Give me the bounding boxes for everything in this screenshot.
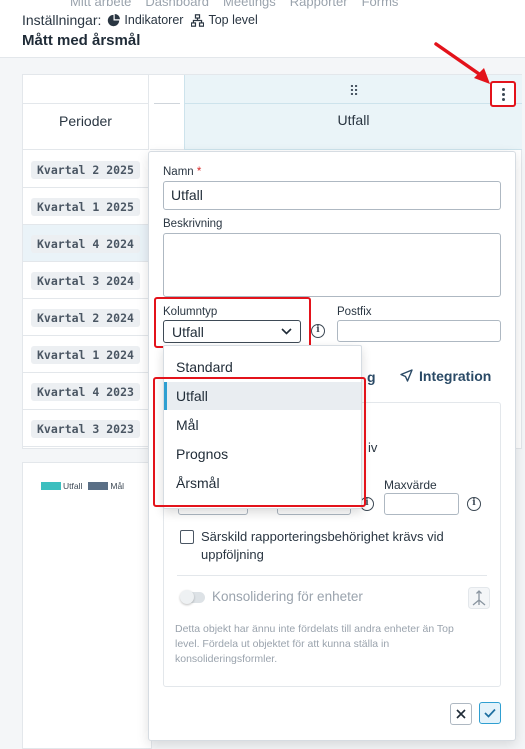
description-textarea[interactable] bbox=[163, 233, 501, 297]
check-icon bbox=[484, 708, 496, 718]
breadcrumb-label: Indikatorer bbox=[124, 13, 184, 27]
max-label: Maxvärde bbox=[384, 478, 437, 492]
tab-integration[interactable]: Integration bbox=[399, 368, 491, 384]
period-label: Kvartal 3 2024 bbox=[31, 272, 140, 290]
tab-integration-label: Integration bbox=[419, 368, 492, 384]
period-label: Kvartal 4 2024 bbox=[31, 235, 140, 253]
description-label: Beskrivning bbox=[163, 218, 223, 230]
column-type-dropdown: Standard Utfall Mål Prognos Årsmål bbox=[163, 345, 362, 509]
more-vertical-icon bbox=[501, 87, 505, 101]
table-row[interactable]: Kvartal 4 2023 bbox=[23, 373, 149, 410]
table-row[interactable]: Kvartal 1 2025 bbox=[23, 188, 149, 225]
period-label: Kvartal 1 2025 bbox=[31, 198, 140, 216]
annotation-arrow-icon bbox=[434, 42, 490, 84]
utfall-header-label: Utfall bbox=[337, 112, 370, 128]
column-type-select[interactable]: Utfall bbox=[163, 320, 301, 343]
max-value-input[interactable] bbox=[384, 493, 459, 515]
column-type-label: Kolumntyp bbox=[163, 306, 218, 318]
periods-header-label: Perioder bbox=[59, 113, 112, 129]
breadcrumb-item-indicators[interactable]: Indikatorer bbox=[107, 13, 183, 27]
name-input[interactable]: Utfall bbox=[163, 181, 501, 210]
legend-item-utfall[interactable]: Utfall bbox=[41, 481, 82, 491]
integration-icon bbox=[400, 369, 413, 382]
table-row[interactable]: Kvartal 3 2023 bbox=[23, 410, 149, 447]
dropdown-option-mal[interactable]: Mål bbox=[164, 411, 361, 439]
settings-label: Inställningar: bbox=[22, 12, 102, 28]
legend-item-mal[interactable]: Mål bbox=[88, 481, 124, 491]
pie-chart-icon bbox=[108, 13, 121, 26]
info-icon[interactable]: i bbox=[360, 497, 374, 511]
partial-label: iv bbox=[368, 440, 378, 455]
period-label: Kvartal 4 2023 bbox=[31, 383, 140, 401]
confirm-button[interactable] bbox=[479, 702, 501, 724]
hierarchy-icon bbox=[191, 13, 205, 27]
tab-partial[interactable]: g bbox=[367, 369, 376, 385]
consolidation-toggle[interactable] bbox=[180, 590, 205, 604]
dropdown-option-arsmal[interactable]: Årsmål bbox=[164, 469, 361, 497]
postfix-input[interactable] bbox=[337, 320, 501, 342]
breadcrumb-item-top-level[interactable]: Top level bbox=[191, 13, 258, 27]
consolidation-label: Konsolidering för enheter bbox=[212, 589, 363, 604]
chart-card: Utfall Mål bbox=[22, 462, 152, 749]
periods-column-header: Perioder bbox=[23, 75, 149, 150]
dropdown-option-prognos[interactable]: Prognos bbox=[164, 440, 361, 468]
reporting-permission-label: Särskild rapporteringsbehörighet krävs v… bbox=[201, 529, 444, 562]
table-row[interactable]: Kvartal 3 2024 bbox=[23, 262, 149, 299]
dropdown-option-standard[interactable]: Standard bbox=[164, 353, 361, 381]
cancel-button[interactable] bbox=[450, 703, 472, 725]
chart-legend: Utfall Mål bbox=[41, 481, 130, 491]
required-mark: * bbox=[196, 166, 202, 178]
legend-swatch bbox=[88, 482, 109, 490]
postfix-label: Postfix bbox=[337, 306, 372, 318]
distribute-icon[interactable] bbox=[468, 587, 490, 609]
blank-column-header bbox=[150, 75, 184, 150]
legend-label: Mål bbox=[110, 481, 125, 491]
table-row[interactable]: Kvartal 1 2024 bbox=[23, 336, 149, 373]
info-icon[interactable]: i bbox=[467, 497, 481, 511]
period-label: Kvartal 1 2024 bbox=[31, 346, 140, 364]
column-type-value: Utfall bbox=[172, 323, 204, 340]
background-nav: Mitt arbete Dashboard Meetings Rapporter For… bbox=[70, 0, 399, 9]
reporting-permission-checkbox[interactable] bbox=[180, 530, 194, 544]
table-row[interactable]: Kvartal 2 2025 bbox=[23, 151, 149, 188]
table-row[interactable]: Kvartal 4 2024 bbox=[23, 225, 149, 262]
breadcrumb-label: Top level bbox=[208, 13, 258, 27]
legend-swatch bbox=[41, 482, 61, 490]
close-icon bbox=[456, 709, 466, 719]
period-label: Kvartal 3 2023 bbox=[31, 420, 140, 438]
chevron-down-icon bbox=[281, 328, 292, 335]
info-icon[interactable]: i bbox=[311, 324, 325, 338]
table-row[interactable]: Kvartal 2 2024 bbox=[23, 299, 149, 336]
dropdown-option-utfall[interactable]: Utfall bbox=[164, 382, 361, 410]
breadcrumb: Inställningar: Indikatorer Top level bbox=[22, 12, 266, 28]
period-label: Kvartal 2 2025 bbox=[31, 161, 140, 179]
name-label: Namn * bbox=[163, 166, 202, 178]
page-title: Mått med årsmål bbox=[22, 32, 141, 49]
consolidation-help-text: Detta objekt har ännu inte fördelats til… bbox=[175, 623, 454, 665]
period-label: Kvartal 2 2024 bbox=[31, 309, 140, 327]
legend-label: Utfall bbox=[63, 481, 83, 491]
